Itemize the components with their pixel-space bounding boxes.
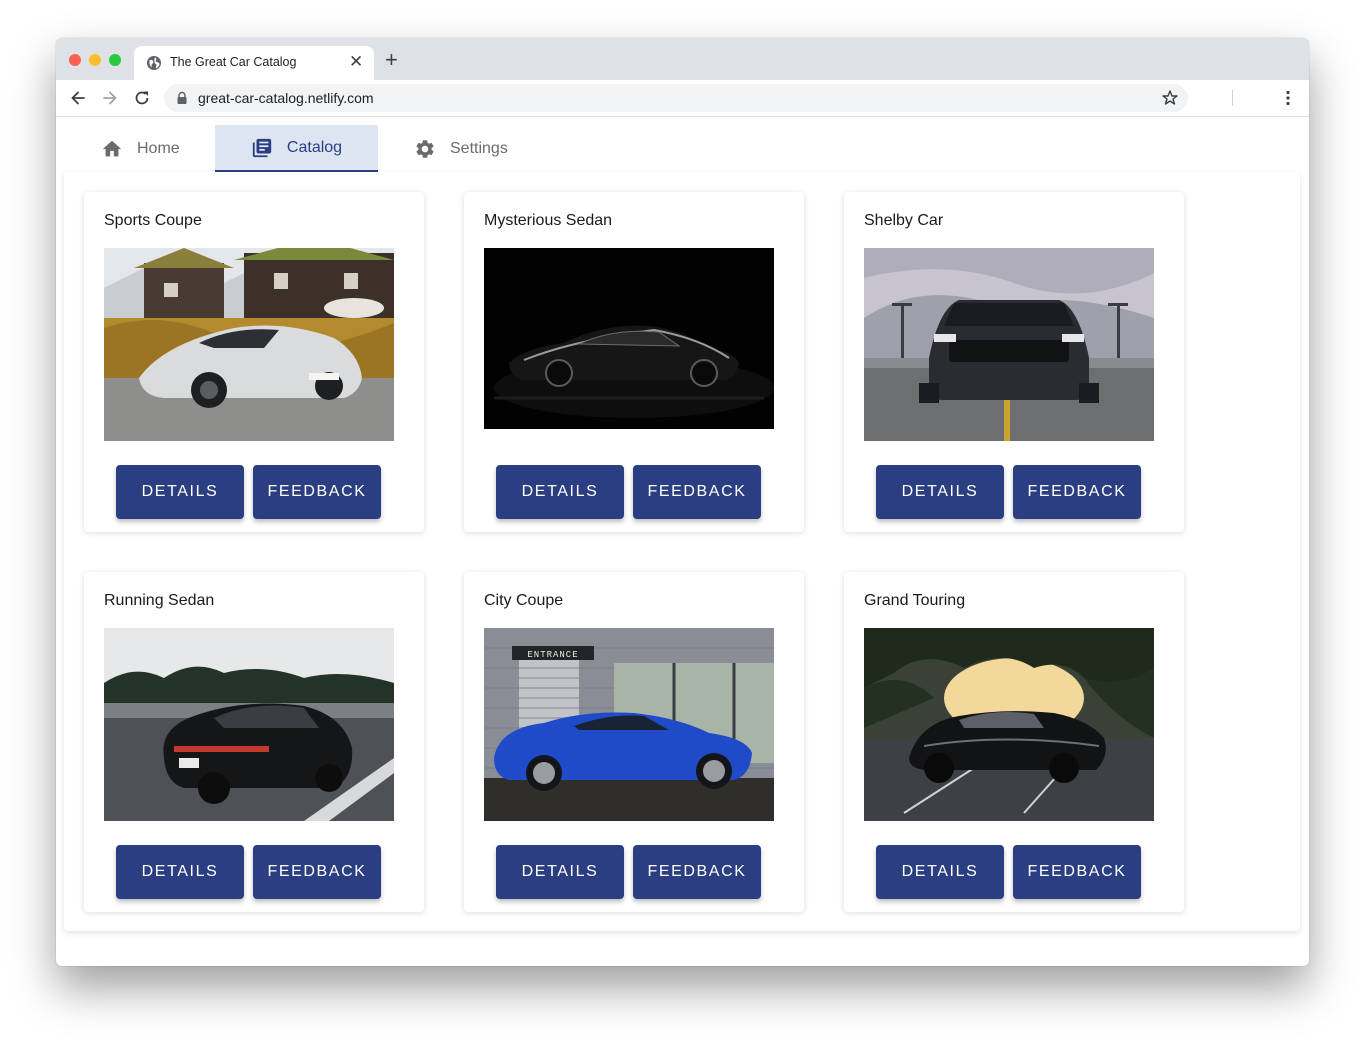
toolbar-divider [1232, 90, 1233, 106]
address-bar[interactable]: great-car-catalog.netlify.com [164, 84, 1188, 112]
car-card: Mysterious Sedan DETAILS FEEDBACK [464, 192, 804, 532]
browser-tab[interactable]: The Great Car Catalog ✕ [134, 46, 374, 80]
minimize-window-button[interactable] [89, 54, 101, 66]
car-card: Grand Touring DETAILS FEEDBACK [844, 572, 1184, 912]
car-image [864, 248, 1154, 441]
url-text: great-car-catalog.netlify.com [198, 90, 374, 106]
entrance-sign: ENTRANCE [527, 650, 578, 660]
tab-home[interactable]: Home [101, 125, 221, 172]
car-image: ENTRANCE [484, 628, 774, 821]
details-button[interactable]: DETAILS [496, 465, 624, 519]
bookmark-star-icon[interactable] [1160, 88, 1180, 108]
car-card: Sports Coupe DETAILS FEEDBACK [84, 192, 424, 532]
card-title: Grand Touring [864, 592, 966, 609]
car-image [484, 248, 774, 429]
page-content: Home Catalog Settings Sports Coupe DETAI… [56, 117, 1309, 966]
details-button[interactable]: DETAILS [496, 845, 624, 899]
close-window-button[interactable] [69, 54, 81, 66]
new-tab-button[interactable]: + [385, 49, 398, 71]
globe-icon [147, 56, 161, 70]
catalog-panel: Sports Coupe DETAILS FEEDBACK Mysterious… [64, 172, 1300, 931]
card-title: Mysterious Sedan [484, 212, 613, 229]
details-button[interactable]: DETAILS [116, 845, 244, 899]
tab-settings-label: Settings [450, 139, 508, 157]
gear-icon [416, 139, 434, 158]
car-card: City Coupe ENTRANCE DETAILS FEEDBACK [464, 572, 804, 912]
tab-settings[interactable]: Settings [414, 125, 544, 172]
feedback-button[interactable]: FEEDBACK [253, 845, 381, 899]
feedback-button[interactable]: FEEDBACK [1013, 845, 1141, 899]
car-image [864, 628, 1154, 821]
card-title: Running Sedan [104, 592, 215, 609]
app-tab-bar: Home Catalog Settings [64, 117, 1300, 173]
more-menu-icon[interactable] [1278, 88, 1298, 108]
tab-catalog-label: Catalog [286, 138, 343, 156]
car-card: Shelby Car DETAILS FEEDBACK [844, 192, 1184, 532]
details-button[interactable]: DETAILS [876, 845, 1004, 899]
back-arrow-icon[interactable] [68, 88, 88, 108]
feedback-button[interactable]: FEEDBACK [633, 845, 761, 899]
car-image [104, 628, 394, 821]
card-title: Sports Coupe [104, 212, 202, 229]
feedback-button[interactable]: FEEDBACK [1013, 465, 1141, 519]
feedback-button[interactable]: FEEDBACK [253, 465, 381, 519]
browser-toolbar: great-car-catalog.netlify.com [56, 80, 1309, 117]
browser-window: The Great Car Catalog ✕ + great-car-cata… [56, 38, 1309, 966]
tab-home-label: Home [137, 139, 180, 157]
home-icon [102, 140, 122, 156]
tab-strip: The Great Car Catalog ✕ + [56, 38, 1309, 80]
tab-title: The Great Car Catalog [170, 55, 297, 69]
details-button[interactable]: DETAILS [116, 465, 244, 519]
lock-icon [177, 91, 187, 104]
card-title: City Coupe [484, 592, 564, 609]
library-books-icon [252, 138, 272, 157]
feedback-button[interactable]: FEEDBACK [633, 465, 761, 519]
close-tab-icon[interactable]: ✕ [349, 52, 363, 72]
car-image [104, 248, 394, 441]
car-card: Running Sedan DETAILS FEEDBACK [84, 572, 424, 912]
maximize-window-button[interactable] [109, 54, 121, 66]
card-title: Shelby Car [864, 212, 944, 229]
reload-icon[interactable] [132, 88, 152, 108]
tab-catalog[interactable]: Catalog [215, 125, 378, 172]
forward-arrow-icon[interactable] [100, 88, 120, 108]
details-button[interactable]: DETAILS [876, 465, 1004, 519]
